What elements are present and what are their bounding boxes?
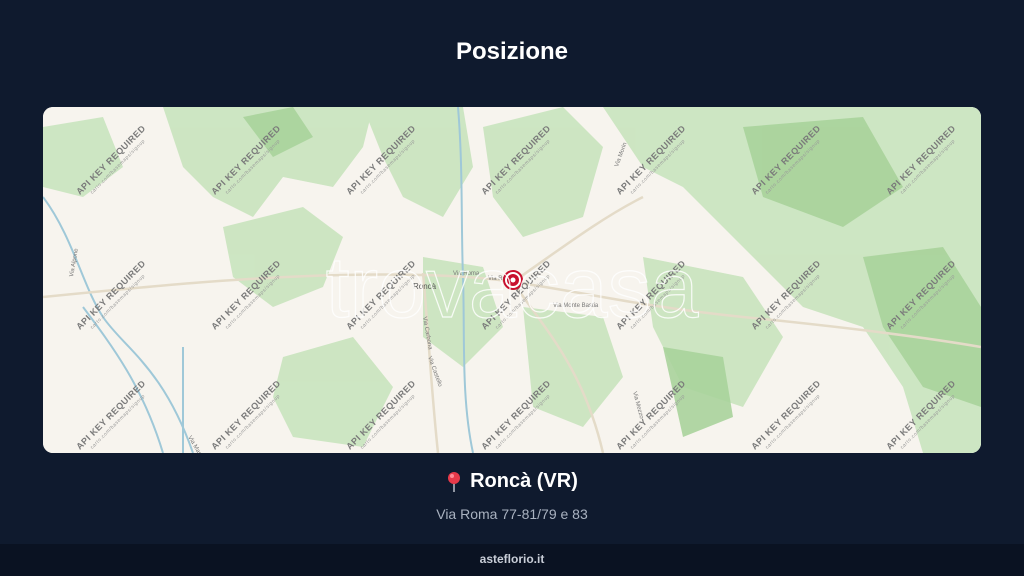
road-label: Via Monte Bastia [553, 303, 599, 309]
footer-text[interactable]: asteflorio.it [480, 552, 545, 566]
map-canvas[interactable]: API KEY REQUIREDcarto.com/basemaps/signu… [43, 107, 981, 453]
town-label: Roncà [413, 282, 437, 291]
map[interactable]: API KEY REQUIRED carto.com/basemaps/signu… [43, 107, 981, 453]
location-address: Via Roma 77-81/79 e 83 [436, 505, 588, 522]
marker-icon[interactable] [503, 270, 523, 290]
location-name: Roncà (VR) [470, 470, 578, 492]
road-label: Via Roma [453, 271, 480, 277]
pin-icon [446, 471, 462, 493]
page-title: Posizione [455, 38, 569, 65]
footer: asteflorio.it [0, 544, 1024, 576]
location-title: Roncà (VR) [446, 470, 578, 493]
location-info: Roncà (VR) Via Roma 77-81/79 e 83 [0, 470, 1024, 522]
